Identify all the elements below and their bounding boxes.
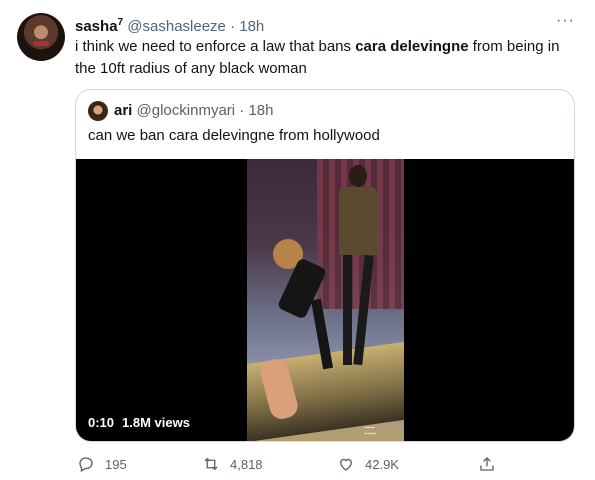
quoted-tweet[interactable]: ari @glockinmyari · 18h can we ban cara … [75, 89, 575, 442]
mention-bold: cara delevingne [355, 38, 469, 55]
retweet-button[interactable]: 4,818 [202, 452, 263, 476]
action-bar: 195 4,818 42.9K [75, 452, 575, 476]
retweet-icon [204, 457, 218, 471]
heart-icon [340, 458, 352, 471]
quoted-header: ari @glockinmyari · 18h [114, 101, 274, 121]
video-time: 0:10 [88, 415, 115, 430]
like-button[interactable]: 42.9K [337, 452, 399, 476]
tweet-header: sasha7 @sashasleeze · 18h [75, 13, 264, 37]
share-button[interactable] [478, 452, 506, 476]
tweet[interactable]: sasha7 @sashasleeze · 18h ··· i think we… [0, 0, 595, 480]
tweet-time[interactable]: 18h [239, 18, 264, 35]
separator-dot: · [239, 102, 245, 119]
separator-dot: · [230, 18, 236, 35]
video-frame: ▪▪▪▪▪▪ ▪▪▪▪▪▪▪ [247, 159, 404, 441]
quoted-time: 18h [248, 102, 274, 119]
quoted-author-avatar [88, 101, 108, 121]
retweet-count: 4,818 [230, 456, 263, 472]
name-superscript: 7 [117, 17, 124, 28]
share-icon [480, 457, 494, 471]
quoted-text: can we ban cara delevingne from hollywoo… [88, 127, 380, 144]
tweet-text: i think we need to enforce a law that ba… [75, 38, 560, 77]
reply-button[interactable]: 195 [77, 452, 127, 476]
quoted-author-name: ari [114, 102, 133, 119]
author-avatar[interactable] [17, 13, 65, 61]
reply-count: 195 [105, 456, 127, 472]
quoted-author-handle: @glockinmyari [136, 102, 236, 119]
like-count: 42.9K [365, 456, 399, 472]
video-views: 1.8M views [122, 415, 190, 430]
kneeling-figure [267, 239, 337, 370]
more-options-icon[interactable]: ··· [556, 12, 575, 30]
video-meta: 0:10 1.8M views [88, 415, 190, 430]
reply-icon [79, 457, 93, 472]
video-player[interactable]: ▪▪▪▪▪▪ ▪▪▪▪▪▪▪ 0:10 1.8M views [76, 159, 574, 441]
video-watermark: ▪▪▪▪▪▪ ▪▪▪▪▪▪▪ [364, 425, 377, 437]
performer-figure [335, 165, 379, 375]
author-handle[interactable]: @sashasleeze [127, 18, 226, 35]
author-name[interactable]: sasha7 [75, 17, 124, 35]
